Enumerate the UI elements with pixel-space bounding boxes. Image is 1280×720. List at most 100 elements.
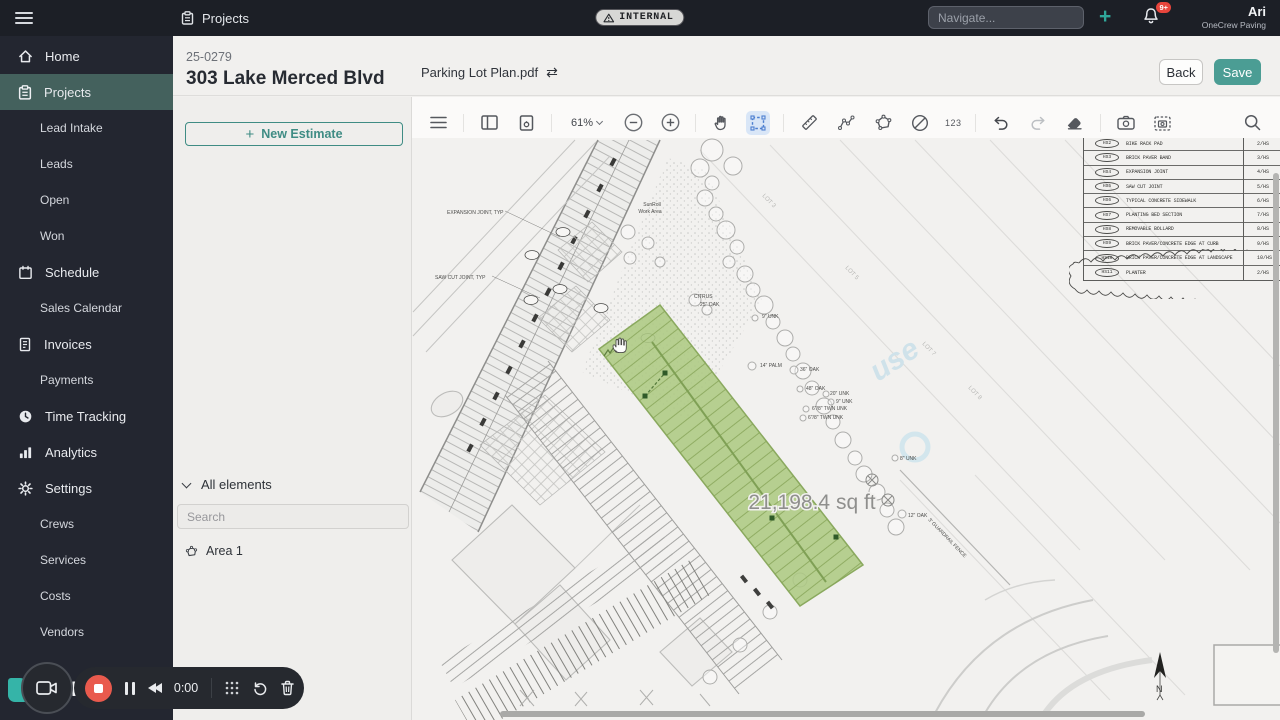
page-settings-button[interactable]	[514, 111, 538, 135]
pdf-canvas[interactable]: use 21,198.4 sq ft EXPANSION JOINT, TYP …	[412, 138, 1280, 720]
user-company: OneCrew Paving	[1201, 20, 1266, 30]
vertical-scrollbar[interactable]	[1273, 173, 1279, 653]
sidebar-item-label: Projects	[44, 84, 91, 100]
page-header: 25-0279 303 Lake Merced Blvd Parking Lot…	[173, 36, 1280, 96]
save-button[interactable]: Save	[1214, 59, 1261, 85]
new-estimate-label: New Estimate	[261, 127, 343, 141]
new-estimate-button[interactable]: + New Estimate	[185, 122, 403, 146]
marquee-select-tool-button[interactable]	[746, 110, 771, 135]
sidebar-item-time-tracking[interactable]: Time Tracking	[0, 398, 173, 434]
polygon-tool-button[interactable]	[871, 111, 895, 135]
zoom-level-dropdown[interactable]: 61%	[565, 114, 608, 132]
recorder-tools-button[interactable]	[224, 680, 240, 696]
zoom-in-button[interactable]	[658, 111, 682, 135]
hamburger-menu-icon[interactable]	[15, 12, 33, 24]
viewer-toolbar: 61% 123	[412, 107, 1280, 138]
eraser-button[interactable]	[1063, 111, 1087, 135]
count-tool-button[interactable]: 123	[945, 118, 962, 128]
chevron-down-icon	[181, 478, 192, 488]
sidebar-item-analytics[interactable]: Analytics	[0, 434, 173, 470]
minus-circle-icon	[624, 113, 642, 132]
element-item-area1[interactable]: Area 1	[185, 544, 243, 558]
invoice-icon	[19, 337, 31, 351]
split-view-icon	[480, 115, 498, 130]
camera-icon	[1116, 115, 1135, 130]
elements-search-input[interactable]	[178, 505, 408, 528]
undo-button[interactable]	[989, 111, 1013, 135]
region-capture-button[interactable]	[1151, 111, 1175, 135]
estimate-panel: + New Estimate All elements Area 1	[173, 97, 412, 720]
sidebar-item-settings[interactable]: Settings	[0, 470, 173, 506]
sidebar-item-lead-intake[interactable]: Lead Intake	[0, 110, 173, 146]
page-title: 303 Lake Merced Blvd	[186, 68, 385, 89]
legend-row: HS5 SAW CUT JOINT 5/HS	[1084, 179, 1280, 195]
breadcrumb-label: Projects	[202, 10, 249, 26]
sidebar-item-vendors[interactable]: Vendors	[0, 614, 173, 650]
sidebar-item-payments[interactable]: Payments	[0, 362, 173, 398]
sidebar-item-home[interactable]: Home	[0, 38, 173, 74]
legend-row: HS9 BRICK PAVER/CONCRETE EDGE AT CURB 9/HS	[1084, 236, 1280, 252]
undo-icon	[994, 116, 1008, 130]
all-elements-toggle[interactable]: All elements	[181, 477, 272, 492]
rewind-button[interactable]	[147, 683, 162, 693]
swap-file-icon[interactable]: ⇄	[546, 64, 558, 81]
user-menu[interactable]: Ari OneCrew Paving	[1202, 4, 1266, 30]
sidebar-item-crews[interactable]: Crews	[0, 506, 173, 542]
polyline-tool-button[interactable]	[834, 111, 858, 135]
recording-timer: 0:00	[173, 681, 199, 695]
pdf-viewer: 61% 123 use 21,198.4 sq ft EXPANSION JOI…	[412, 97, 1280, 720]
sidebar-item-services[interactable]: Services	[0, 542, 173, 578]
svg-text:14" PALM: 14" PALM	[760, 363, 782, 369]
pause-recording-button[interactable]	[125, 681, 135, 695]
zoom-out-button[interactable]	[621, 111, 645, 135]
rewind-icon	[153, 683, 162, 693]
toolbar-divider	[1099, 113, 1101, 132]
sidebar-item-won[interactable]: Won	[0, 218, 173, 254]
sidebar-item-costs[interactable]: Costs	[0, 578, 173, 614]
sidebar-item-open[interactable]: Open	[0, 182, 173, 218]
sidebar-item-schedule[interactable]: Schedule	[0, 254, 173, 290]
sidebar-item-label: Payments	[40, 373, 94, 387]
exclude-tool-button[interactable]	[908, 111, 932, 135]
navigate-input[interactable]	[929, 10, 1099, 25]
recorder-camera-button[interactable]	[21, 662, 73, 714]
sidebar-item-label: Crews	[40, 517, 75, 531]
restart-recording-button[interactable]	[252, 680, 268, 696]
ruler-tool-button[interactable]	[797, 111, 821, 135]
sidebar-item-projects[interactable]: Projects	[0, 74, 173, 110]
plus-icon: +	[245, 125, 255, 143]
horizontal-scrollbar[interactable]	[500, 711, 1145, 717]
snapshot-button[interactable]	[1114, 111, 1138, 135]
sidebar-item-leads[interactable]: Leads	[0, 146, 173, 182]
discard-recording-button[interactable]	[280, 680, 295, 696]
notifications-button[interactable]: 9+	[1141, 2, 1171, 30]
breadcrumb[interactable]: Projects	[181, 11, 249, 26]
navigate-search	[928, 6, 1099, 29]
sidebar-item-label: Vendors	[40, 625, 85, 639]
legend-row: HS4 EXPANSION JOINT 4/HS	[1084, 165, 1280, 180]
stop-recording-button[interactable]	[85, 674, 112, 702]
all-elements-label: All elements	[201, 477, 272, 492]
svg-text:48" OAK: 48" OAK	[806, 386, 826, 392]
area-measurement-label: 21,198.4 sq ft	[748, 491, 875, 514]
elements-search	[177, 504, 409, 529]
back-button[interactable]: Back	[1159, 59, 1203, 85]
sidebar-item-label: Open	[40, 193, 70, 207]
polygon-icon	[185, 545, 198, 556]
polygon-icon	[875, 114, 891, 131]
top-bar: Projects INTERNAL + 9+ Ari OneCrew Pavin…	[0, 0, 1280, 36]
svg-text:SAW CUT JOINT, TYP: SAW CUT JOINT, TYP	[435, 275, 486, 281]
side-panel-toggle-button[interactable]	[477, 111, 501, 135]
sidebar-item-sales-calendar[interactable]: Sales Calendar	[0, 290, 173, 326]
viewer-menu-button[interactable]	[426, 111, 450, 135]
recorder-toolbar: 0:00	[74, 667, 304, 709]
detail-box	[1213, 644, 1280, 706]
trash-icon	[281, 680, 294, 696]
pan-tool-button[interactable]	[709, 111, 733, 135]
video-camera-icon	[36, 681, 57, 695]
zoom-level-value: 61%	[571, 116, 594, 129]
sidebar-item-invoices[interactable]: Invoices	[0, 326, 173, 362]
redo-button[interactable]	[1026, 111, 1050, 135]
add-button[interactable]: +	[1099, 5, 1111, 29]
viewer-search-button[interactable]	[1240, 111, 1264, 135]
